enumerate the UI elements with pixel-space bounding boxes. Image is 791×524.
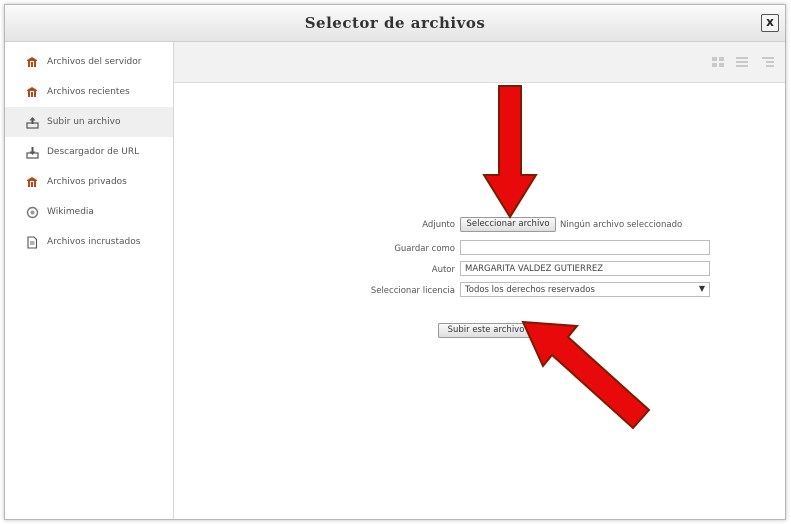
sidebar-item-embedded-files[interactable]: Archivos incrustados [5,227,173,257]
license-select[interactable]: Todos los derechos reservados ▼ [460,282,710,297]
icon-view-icon[interactable] [709,54,727,70]
document-icon [25,235,39,249]
file-picker-dialog: Selector de archivos x Archivos del serv… [4,4,786,520]
close-button[interactable]: x [761,14,779,32]
diagonal-arrow-annotation [521,320,651,430]
sidebar-item-wikimedia[interactable]: Wikimedia [5,197,173,227]
sidebar-item-label: Wikimedia [47,207,94,217]
sidebar-item-upload-file[interactable]: Subir un archivo [5,107,173,137]
down-arrow-annotation [482,85,538,219]
tree-view-icon[interactable] [759,54,777,70]
view-toolbar [174,42,785,83]
sidebar-item-url-downloader[interactable]: Descargador de URL [5,137,173,167]
chevron-down-icon: ▼ [698,284,705,293]
upload-icon [25,115,39,129]
attachment-label: Adjunto [422,220,455,230]
list-view-icon[interactable] [733,54,751,70]
license-select-value: Todos los derechos reservados [465,285,595,295]
dialog-titlebar: Selector de archivos x [5,5,785,42]
sidebar-item-label: Descargador de URL [47,147,140,157]
repository-sidebar: Archivos del servidor Archivos recientes… [5,42,174,519]
sidebar-item-server-files[interactable]: Archivos del servidor [5,47,173,77]
author-label: Autor [431,265,455,275]
save-as-field[interactable] [460,240,710,255]
repository-icon [25,175,39,189]
wikimedia-icon [25,205,39,219]
save-as-label: Guardar como [394,244,455,254]
sidebar-item-label: Archivos privados [47,177,127,187]
license-label: Seleccionar licencia [370,286,455,296]
no-file-selected-text: Ningún archivo seleccionado [560,220,683,230]
repository-icon [25,55,39,69]
download-icon [25,145,39,159]
dialog-title: Selector de archivos [304,14,486,32]
sidebar-item-label: Archivos del servidor [47,57,142,67]
sidebar-item-label: Archivos recientes [47,87,130,97]
author-field[interactable]: MARGARITA VALDEZ GUTIERREZ [460,261,710,276]
repository-icon [25,85,39,99]
sidebar-item-private-files[interactable]: Archivos privados [5,167,173,197]
sidebar-item-label: Subir un archivo [47,117,121,127]
sidebar-item-recent-files[interactable]: Archivos recientes [5,77,173,107]
sidebar-item-label: Archivos incrustados [47,237,141,247]
